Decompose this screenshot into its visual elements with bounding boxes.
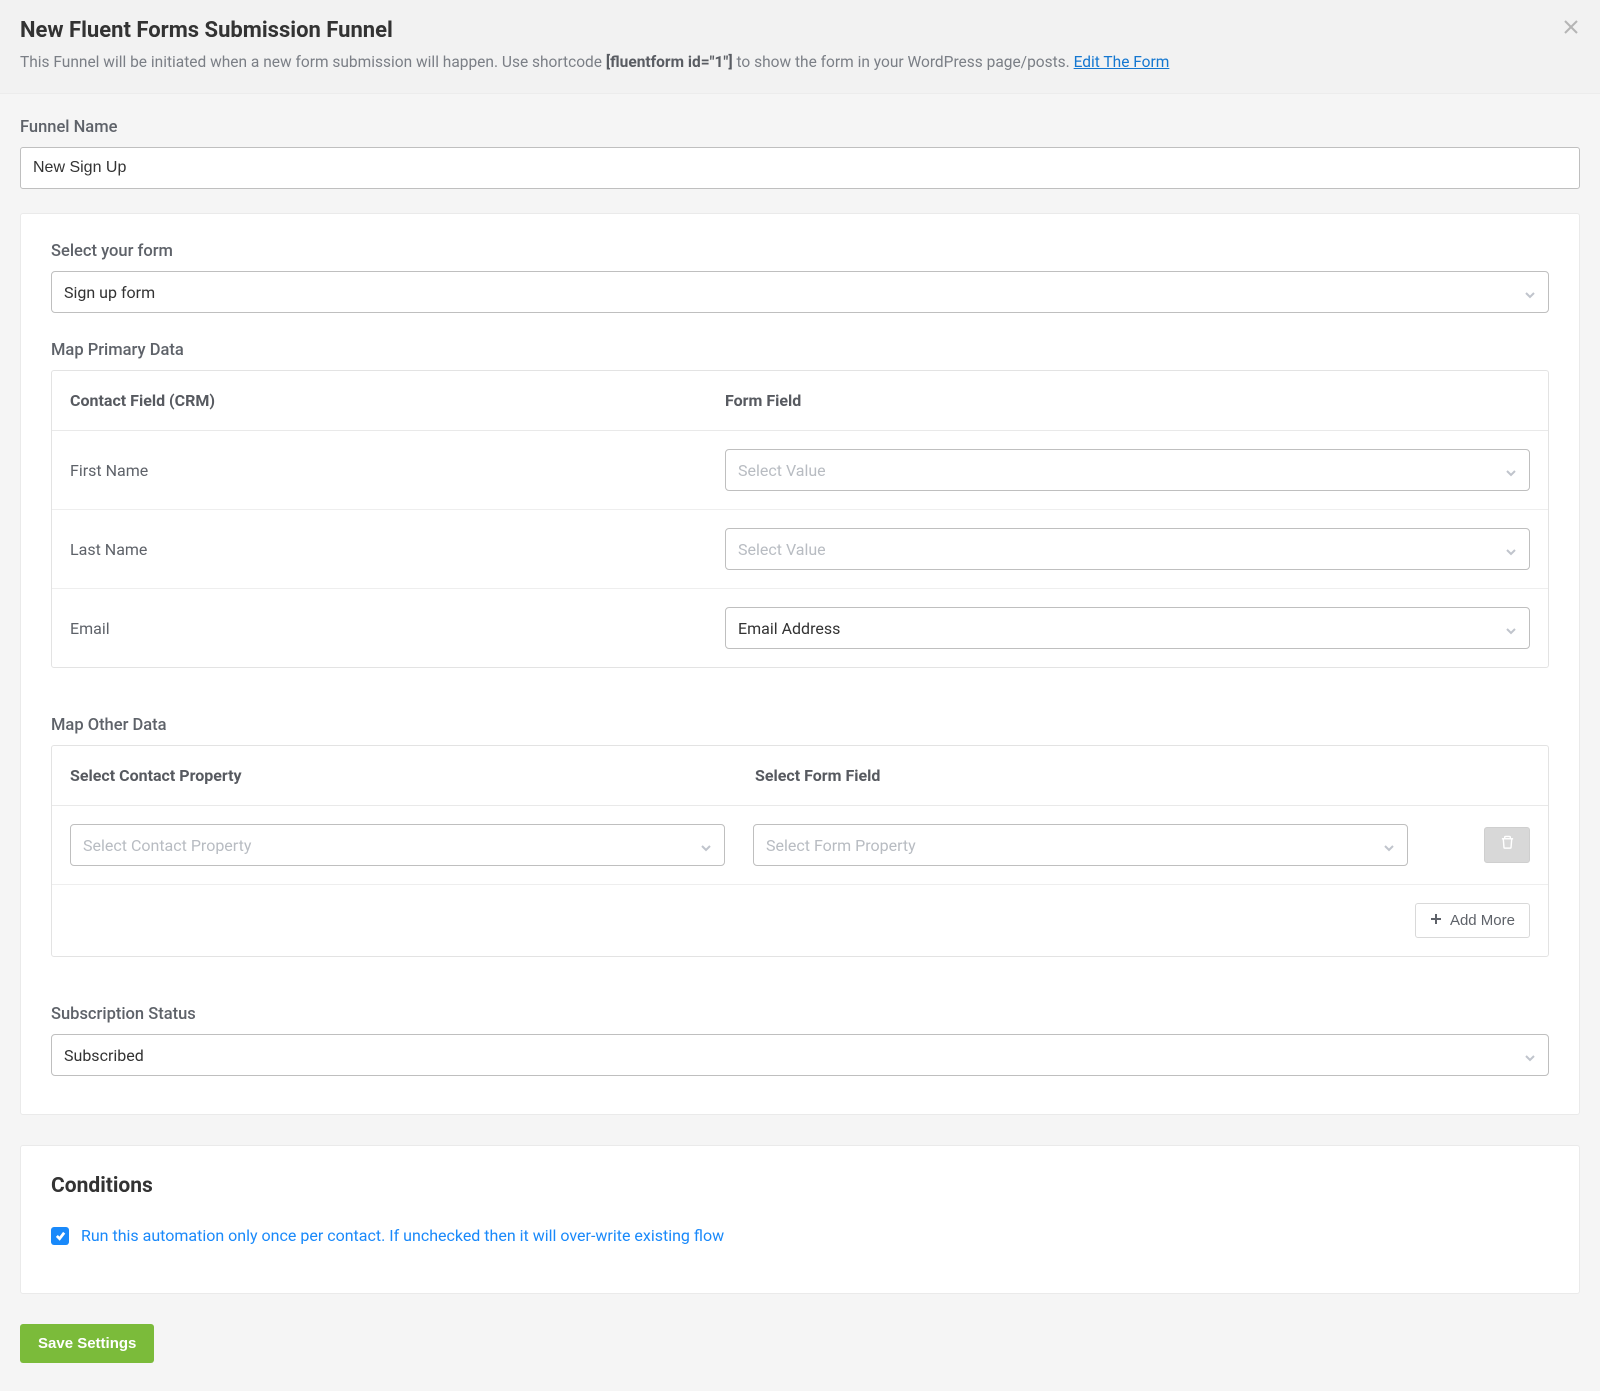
add-more-button[interactable]: Add More (1415, 903, 1530, 938)
map-other-col1: Select Contact Property (70, 766, 755, 785)
table-row: First Name Select Value (52, 431, 1548, 510)
map-primary-col2: Form Field (725, 391, 1530, 410)
table-row: Email Email Address (52, 589, 1548, 667)
select-form-dropdown[interactable]: Sign up form (51, 271, 1549, 313)
crm-field-label: First Name (70, 461, 725, 480)
form-field-dropdown[interactable]: Select Value (725, 528, 1530, 570)
form-property-dropdown[interactable]: Select Form Property (753, 824, 1408, 866)
map-primary-header: Contact Field (CRM) Form Field (52, 371, 1548, 431)
map-primary-col1: Contact Field (CRM) (70, 391, 725, 410)
dialog-title: New Fluent Forms Submission Funnel (20, 18, 1580, 43)
map-other-col2: Select Form Field (755, 766, 1530, 785)
edit-form-link[interactable]: Edit The Form (1074, 53, 1170, 71)
run-once-label[interactable]: Run this automation only once per contac… (81, 1226, 724, 1245)
dialog-description: This Funnel will be initiated when a new… (20, 53, 1580, 71)
shortcode-text: [fluentform id="1"] (606, 53, 733, 71)
desc-suffix: to show the form in your WordPress page/… (733, 53, 1074, 71)
desc-prefix: This Funnel will be initiated when a new… (20, 53, 606, 71)
table-row: Select Contact Property Select Form Prop… (52, 806, 1548, 885)
table-row: Last Name Select Value (52, 510, 1548, 589)
crm-field-label: Last Name (70, 540, 725, 559)
conditions-card: Conditions Run this automation only once… (20, 1145, 1580, 1294)
dropdown-placeholder: Select Form Property (766, 836, 916, 855)
save-settings-button[interactable]: Save Settings (20, 1324, 154, 1363)
map-other-footer: Add More (52, 885, 1548, 956)
funnel-name-group: Funnel Name (20, 118, 1580, 189)
run-once-row: Run this automation only once per contac… (51, 1226, 1549, 1245)
dropdown-value: Email Address (738, 619, 840, 638)
subscription-label: Subscription Status (51, 1005, 1549, 1024)
run-once-checkbox[interactable] (51, 1227, 69, 1245)
conditions-title: Conditions (51, 1174, 1549, 1198)
map-other-label: Map Other Data (51, 716, 1549, 735)
dropdown-placeholder: Select Contact Property (83, 836, 251, 855)
dialog-header: New Fluent Forms Submission Funnel This … (0, 0, 1600, 94)
contact-property-dropdown[interactable]: Select Contact Property (70, 824, 725, 866)
chevron-down-icon (700, 839, 712, 851)
map-other-header: Select Contact Property Select Form Fiel… (52, 746, 1548, 806)
funnel-name-label: Funnel Name (20, 118, 1580, 137)
dropdown-placeholder: Select Value (738, 461, 826, 480)
map-primary-label: Map Primary Data (51, 341, 1549, 360)
plus-icon (1430, 912, 1442, 929)
subscription-status-dropdown[interactable]: Subscribed (51, 1034, 1549, 1076)
delete-row-button[interactable] (1484, 827, 1530, 863)
add-more-label: Add More (1450, 912, 1515, 929)
funnel-name-input[interactable] (20, 147, 1580, 189)
select-form-value: Sign up form (64, 283, 155, 302)
dropdown-placeholder: Select Value (738, 540, 826, 559)
map-primary-table: Contact Field (CRM) Form Field First Nam… (51, 370, 1549, 668)
chevron-down-icon (1505, 622, 1517, 634)
select-form-label: Select your form (51, 242, 1549, 261)
chevron-down-icon (1505, 543, 1517, 555)
form-field-dropdown[interactable]: Select Value (725, 449, 1530, 491)
form-field-dropdown[interactable]: Email Address (725, 607, 1530, 649)
chevron-down-icon (1383, 839, 1395, 851)
chevron-down-icon (1524, 286, 1536, 298)
close-icon[interactable] (1562, 18, 1580, 36)
subscription-value: Subscribed (64, 1046, 144, 1065)
form-settings-card: Select your form Sign up form Map Primar… (20, 213, 1580, 1115)
trash-icon (1500, 835, 1515, 855)
map-other-table: Select Contact Property Select Form Fiel… (51, 745, 1549, 957)
chevron-down-icon (1505, 464, 1517, 476)
crm-field-label: Email (70, 619, 725, 638)
chevron-down-icon (1524, 1049, 1536, 1061)
